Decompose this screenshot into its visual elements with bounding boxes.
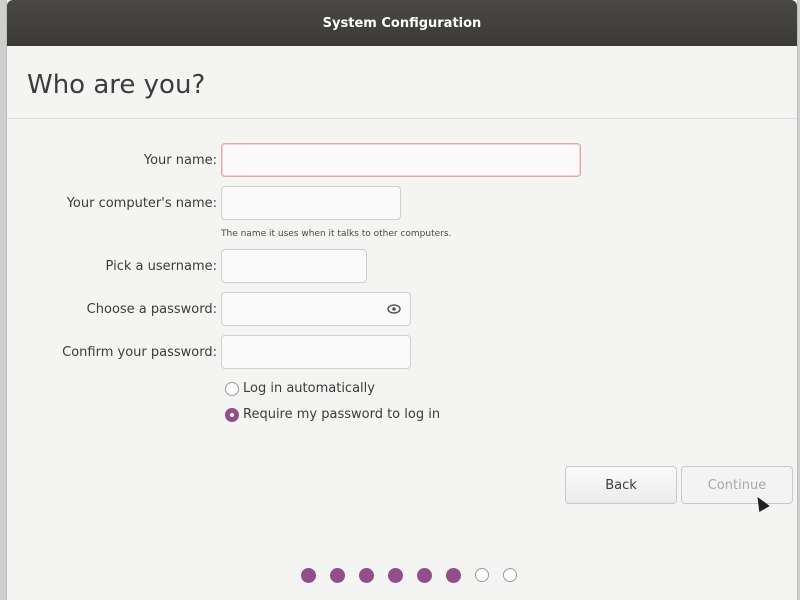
your-name-label: Your name: bbox=[143, 153, 217, 168]
login-auto-radio[interactable] bbox=[225, 381, 239, 396]
computer-name-label: Your computer's name: bbox=[66, 196, 217, 211]
require-password-option[interactable]: Require my password to log in bbox=[225, 407, 440, 422]
installer-window: System Configuration Who are you? Your n… bbox=[6, 0, 798, 600]
progress-dot-done bbox=[330, 568, 345, 583]
password-input[interactable] bbox=[221, 292, 411, 326]
login-auto-option[interactable]: Log in automatically bbox=[225, 381, 375, 396]
your-name-input[interactable] bbox=[221, 143, 581, 177]
back-button[interactable]: Back bbox=[565, 466, 677, 504]
confirm-password-input[interactable] bbox=[221, 335, 411, 369]
progress-dot-pending bbox=[503, 568, 517, 582]
progress-dot-done bbox=[417, 568, 432, 583]
page-title: Who are you? bbox=[27, 70, 206, 100]
require-password-radio[interactable] bbox=[225, 407, 239, 422]
require-password-label: Require my password to log in bbox=[243, 407, 441, 422]
password-label: Choose a password: bbox=[86, 302, 217, 317]
progress-dot-current bbox=[446, 568, 461, 583]
confirm-password-label: Confirm your password: bbox=[62, 345, 217, 360]
heading-divider bbox=[7, 118, 797, 119]
progress-dot-pending bbox=[475, 568, 489, 582]
progress-dot-done bbox=[301, 568, 316, 583]
username-input[interactable] bbox=[221, 249, 367, 283]
progress-dots bbox=[301, 568, 517, 583]
continue-button[interactable]: Continue bbox=[681, 466, 793, 504]
window-titlebar: System Configuration bbox=[7, 0, 797, 46]
progress-dot-done bbox=[359, 568, 374, 583]
computer-name-input[interactable] bbox=[221, 186, 401, 220]
window-title: System Configuration bbox=[322, 15, 482, 31]
computer-name-hint: The name it uses when it talks to other … bbox=[221, 229, 452, 239]
login-auto-label: Log in automatically bbox=[243, 381, 375, 396]
eye-icon[interactable] bbox=[387, 302, 401, 316]
username-label: Pick a username: bbox=[105, 259, 217, 274]
progress-dot-done bbox=[388, 568, 403, 583]
